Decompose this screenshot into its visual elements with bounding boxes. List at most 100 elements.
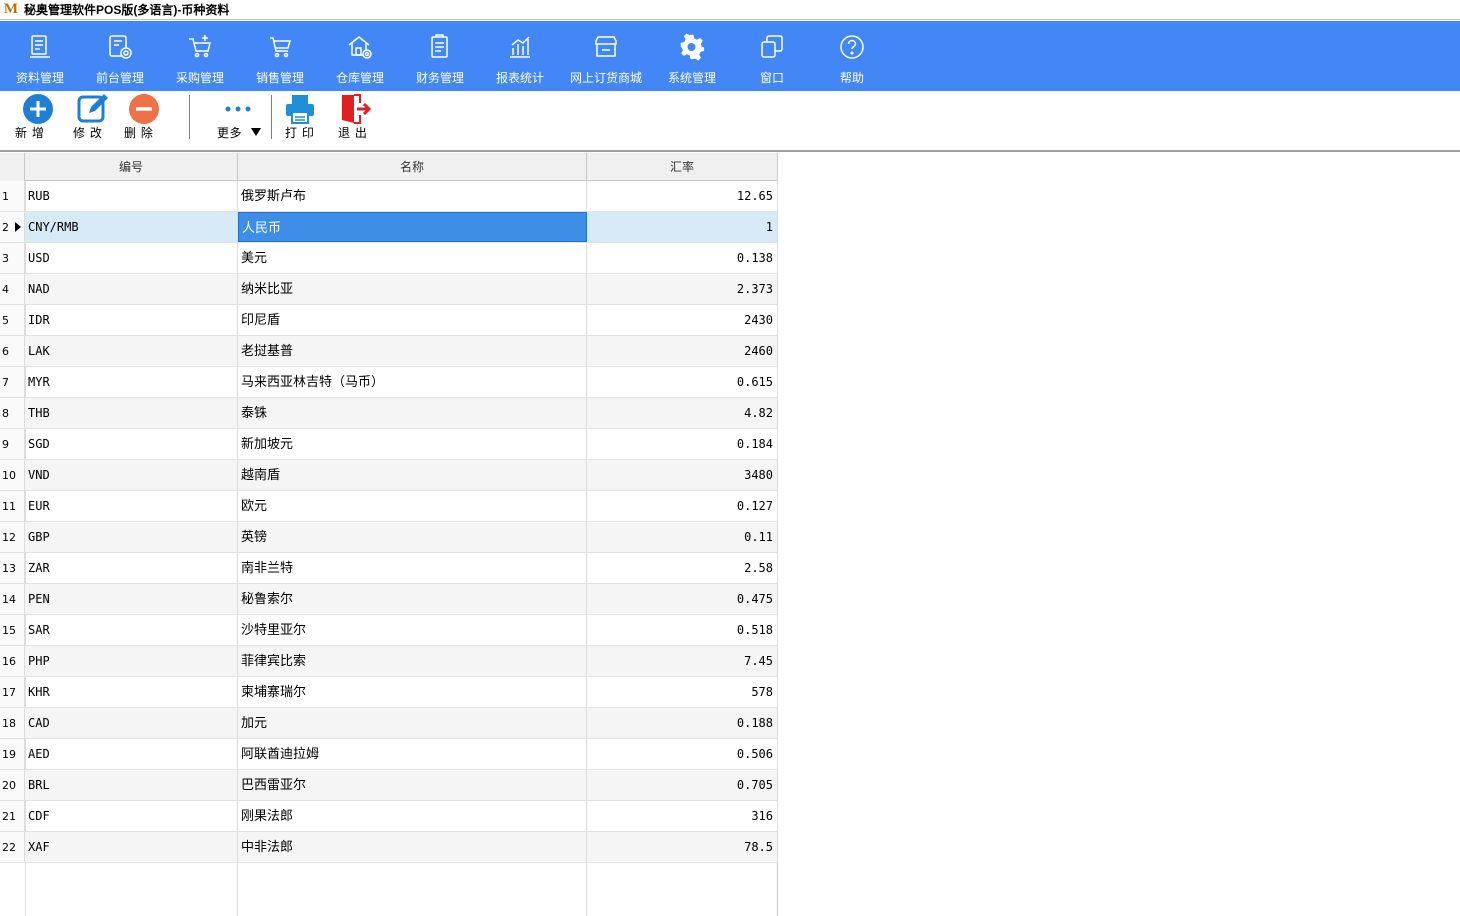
cell-rate[interactable]: 0.184	[587, 429, 778, 459]
cell-rate[interactable]: 0.506	[587, 739, 778, 769]
cell-rate[interactable]: 0.518	[587, 615, 778, 645]
cell-code[interactable]: ZAR	[25, 553, 238, 583]
cell-code[interactable]: PEN	[25, 584, 238, 614]
table-row[interactable]: 6 LAK 老挝基普 2460	[0, 336, 778, 367]
table-row[interactable]: 16 PHP 菲律宾比索 7.45	[0, 646, 778, 677]
table-row[interactable]: 21 CDF 刚果法郎 316	[0, 801, 778, 832]
print-button[interactable]: 打 印	[280, 91, 330, 149]
cell-name[interactable]: 纳米比亚	[238, 274, 587, 304]
table-row[interactable]: 3 USD 美元 0.138	[0, 243, 778, 274]
cell-code[interactable]: CDF	[25, 801, 238, 831]
cell-code[interactable]: LAK	[25, 336, 238, 366]
cell-name[interactable]: 阿联酋迪拉姆	[238, 739, 587, 769]
cell-code[interactable]: BRL	[25, 770, 238, 800]
cell-rate[interactable]: 316	[587, 801, 778, 831]
cell-code[interactable]: USD	[25, 243, 238, 273]
column-header-rate[interactable]: 汇率	[587, 153, 778, 181]
cell-code[interactable]: RUB	[25, 181, 238, 211]
cell-rate[interactable]: 1	[587, 212, 778, 242]
table-row[interactable]: 9 SGD 新加坡元 0.184	[0, 429, 778, 460]
table-row[interactable]: 12 GBP 英镑 0.11	[0, 522, 778, 553]
table-row[interactable]: 13 ZAR 南非兰特 2.58	[0, 553, 778, 584]
menu-item-system[interactable]: 系统管理	[652, 21, 732, 91]
cell-rate[interactable]: 0.138	[587, 243, 778, 273]
table-row[interactable]: 15 SAR 沙特里亚尔 0.518	[0, 615, 778, 646]
more-button[interactable]: 更多	[212, 91, 268, 149]
menu-item-reports[interactable]: 报表统计	[480, 21, 560, 91]
menu-item-help[interactable]: 帮助	[812, 21, 892, 91]
table-row[interactable]: 17 KHR 柬埔寨瑞尔 578	[0, 677, 778, 708]
table-row[interactable]: 8 THB 泰铢 4.82	[0, 398, 778, 429]
cell-code[interactable]: GBP	[25, 522, 238, 552]
table-row[interactable]: 22 XAF 中非法郎 78.5	[0, 832, 778, 863]
cell-name[interactable]: 中非法郎	[238, 832, 587, 862]
cell-code[interactable]: MYR	[25, 367, 238, 397]
cell-rate[interactable]: 12.65	[587, 181, 778, 211]
cell-rate[interactable]: 0.127	[587, 491, 778, 521]
table-row[interactable]: 18 CAD 加元 0.188	[0, 708, 778, 739]
cell-code[interactable]: PHP	[25, 646, 238, 676]
cell-code[interactable]: EUR	[25, 491, 238, 521]
cell-name[interactable]: 老挝基普	[238, 336, 587, 366]
cell-rate[interactable]: 3480	[587, 460, 778, 490]
cell-rate[interactable]: 0.188	[587, 708, 778, 738]
cell-rate[interactable]: 78.5	[587, 832, 778, 862]
cell-code[interactable]: NAD	[25, 274, 238, 304]
cell-name[interactable]: 巴西雷亚尔	[238, 770, 587, 800]
table-row[interactable]: 5 IDR 印尼盾 2430	[0, 305, 778, 336]
cell-code[interactable]: CNY/RMB	[25, 212, 238, 242]
table-row[interactable]: 10 VND 越南盾 3480	[0, 460, 778, 491]
cell-name[interactable]: 沙特里亚尔	[238, 615, 587, 645]
cell-code[interactable]: AED	[25, 739, 238, 769]
table-row[interactable]: 19 AED 阿联酋迪拉姆 0.506	[0, 739, 778, 770]
cell-rate[interactable]: 7.45	[587, 646, 778, 676]
cell-rate[interactable]: 0.705	[587, 770, 778, 800]
menu-item-online-store[interactable]: 网上订货商城	[560, 21, 652, 91]
cell-code[interactable]: KHR	[25, 677, 238, 707]
cell-rate[interactable]: 2460	[587, 336, 778, 366]
cell-name[interactable]: 印尼盾	[238, 305, 587, 335]
menu-item-warehouse[interactable]: 仓库管理	[320, 21, 400, 91]
menu-item-finance[interactable]: 财务管理	[400, 21, 480, 91]
cell-name[interactable]: 柬埔寨瑞尔	[238, 677, 587, 707]
table-row[interactable]: 11 EUR 欧元 0.127	[0, 491, 778, 522]
table-row[interactable]: 4 NAD 纳米比亚 2.373	[0, 274, 778, 305]
menu-item-purchasing[interactable]: 采购管理	[160, 21, 240, 91]
cell-name[interactable]: 俄罗斯卢布	[238, 181, 587, 211]
cell-rate[interactable]: 578	[587, 677, 778, 707]
cell-rate[interactable]: 0.475	[587, 584, 778, 614]
table-row[interactable]: 20 BRL 巴西雷亚尔 0.705	[0, 770, 778, 801]
cell-name[interactable]: 泰铢	[238, 398, 587, 428]
cell-code[interactable]: SAR	[25, 615, 238, 645]
menu-item-window[interactable]: 窗口	[732, 21, 812, 91]
cell-name[interactable]: 加元	[238, 708, 587, 738]
table-row[interactable]: 14 PEN 秘鲁索尔 0.475	[0, 584, 778, 615]
table-row[interactable]: 7 MYR 马来西亚林吉特（马币） 0.615	[0, 367, 778, 398]
menu-item-data-management[interactable]: 资料管理	[0, 21, 80, 91]
cell-name[interactable]: 新加坡元	[238, 429, 587, 459]
cell-rate[interactable]: 2.58	[587, 553, 778, 583]
cell-name[interactable]: 秘鲁索尔	[238, 584, 587, 614]
cell-name[interactable]: 人民币	[238, 212, 587, 242]
cell-code[interactable]: SGD	[25, 429, 238, 459]
cell-name[interactable]: 英镑	[238, 522, 587, 552]
table-row[interactable]: 2 CNY/RMB 人民币 1	[0, 212, 778, 243]
add-button[interactable]: 新 增	[10, 91, 60, 149]
table-row[interactable]: 1 RUB 俄罗斯卢布 12.65	[0, 181, 778, 212]
menu-item-sales[interactable]: 销售管理	[240, 21, 320, 91]
column-header-name[interactable]: 名称	[238, 153, 587, 181]
edit-button[interactable]: 修 改	[70, 91, 120, 149]
cell-rate[interactable]: 4.82	[587, 398, 778, 428]
cell-rate[interactable]: 0.11	[587, 522, 778, 552]
menu-item-front-desk[interactable]: 前台管理	[80, 21, 160, 91]
cell-name[interactable]: 马来西亚林吉特（马币）	[238, 367, 587, 397]
cell-code[interactable]: XAF	[25, 832, 238, 862]
delete-button[interactable]: 删 除	[122, 91, 172, 149]
cell-rate[interactable]: 2.373	[587, 274, 778, 304]
cell-name[interactable]: 南非兰特	[238, 553, 587, 583]
cell-code[interactable]: CAD	[25, 708, 238, 738]
cell-name[interactable]: 欧元	[238, 491, 587, 521]
cell-code[interactable]: VND	[25, 460, 238, 490]
column-header-code[interactable]: 编号	[25, 153, 238, 181]
cell-rate[interactable]: 2430	[587, 305, 778, 335]
